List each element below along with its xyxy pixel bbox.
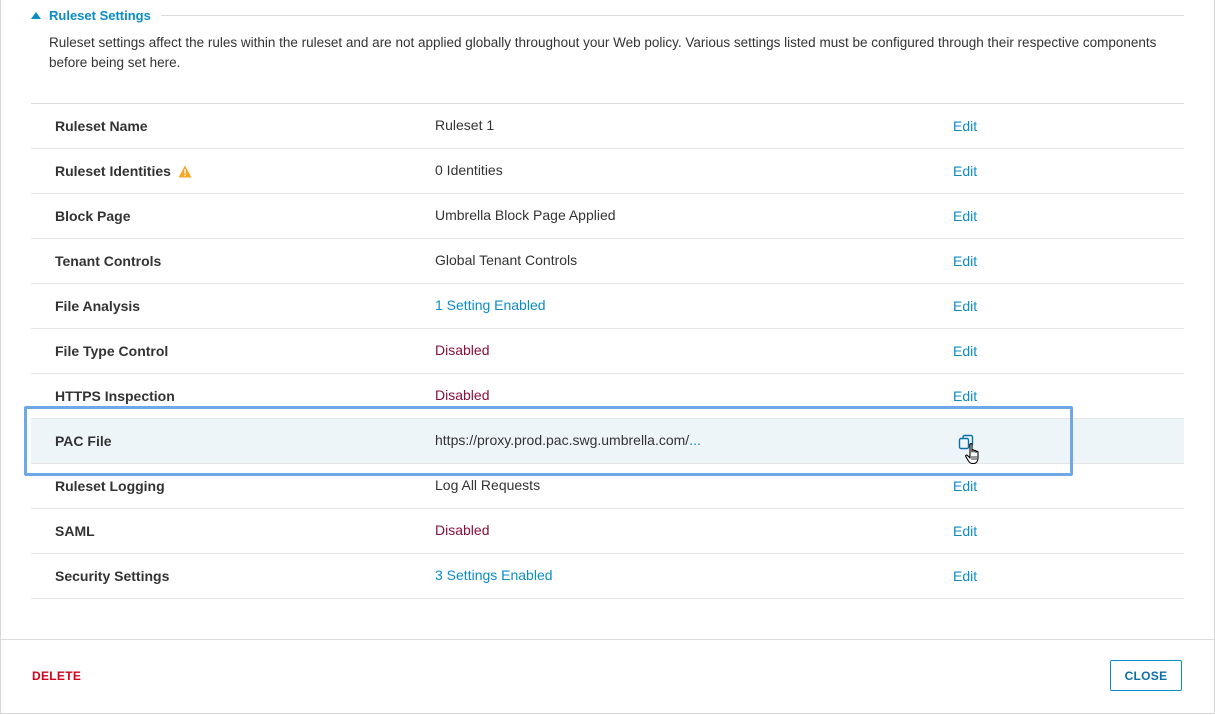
edit-saml-link[interactable]: Edit	[953, 523, 977, 539]
edit-https-inspection-link[interactable]: Edit	[953, 388, 977, 404]
table-row-block-page: Block Page Umbrella Block Page Applied E…	[31, 194, 1184, 239]
row-label: HTTPS Inspection	[55, 388, 175, 404]
footer-divider	[0, 639, 1215, 640]
table-row-security-settings: Security Settings 3 Settings Enabled Edi…	[31, 554, 1184, 599]
table-row-file-type-control: File Type Control Disabled Edit	[31, 329, 1184, 374]
pac-file-url-more-link[interactable]: ...	[689, 432, 701, 448]
row-label: Security Settings	[55, 568, 170, 584]
table-row-ruleset-name: Ruleset Name Ruleset 1 Edit	[31, 104, 1184, 149]
table-row-ruleset-identities: Ruleset Identities 0 Identities Edit	[31, 149, 1184, 194]
edit-file-type-control-link[interactable]: Edit	[953, 343, 977, 359]
edit-file-analysis-link[interactable]: Edit	[953, 298, 977, 314]
row-label: File Analysis	[55, 298, 141, 314]
table-row-tenant-controls: Tenant Controls Global Tenant Controls E…	[31, 239, 1184, 284]
row-label: SAML	[55, 523, 95, 539]
delete-button[interactable]: DELETE	[32, 669, 81, 683]
row-label: File Type Control	[55, 343, 169, 359]
row-label: PAC File	[55, 433, 112, 449]
row-label: Tenant Controls	[55, 253, 162, 269]
table-row-ruleset-logging: Ruleset Logging Log All Requests Edit	[31, 464, 1184, 509]
pac-file-url-text: https://proxy.prod.pac.swg.umbrella.com/	[435, 432, 690, 448]
edit-block-page-link[interactable]: Edit	[953, 208, 977, 224]
row-value-disabled: Disabled	[435, 387, 490, 403]
section-title[interactable]: Ruleset Settings	[49, 8, 151, 23]
row-value-disabled: Disabled	[435, 342, 490, 358]
row-value-disabled: Disabled	[435, 522, 490, 538]
caret-up-icon[interactable]	[31, 11, 41, 19]
edit-security-settings-link[interactable]: Edit	[953, 568, 977, 584]
pac-file-url: https://proxy.prod.pac.swg.umbrella.com/…	[435, 432, 701, 448]
row-label: Ruleset Name	[55, 118, 148, 134]
edit-tenant-controls-link[interactable]: Edit	[953, 253, 977, 269]
table-row-pac-file: PAC File https://proxy.prod.pac.swg.umbr…	[31, 419, 1184, 464]
table-row-saml: SAML Disabled Edit	[31, 509, 1184, 554]
edit-ruleset-name-link[interactable]: Edit	[953, 118, 977, 134]
table-row-file-analysis: File Analysis 1 Setting Enabled Edit	[31, 284, 1184, 329]
row-value: Global Tenant Controls	[435, 252, 578, 268]
row-label: Ruleset Identities	[55, 163, 171, 179]
warning-triangle-icon	[178, 165, 192, 177]
row-value: 0 Identities	[435, 162, 503, 178]
section-description: Ruleset settings affect the rules within…	[49, 35, 1157, 70]
section-divider	[160, 14, 1184, 16]
hand-pointer-icon	[965, 443, 979, 465]
row-value: Log All Requests	[435, 477, 541, 493]
row-value: Umbrella Block Page Applied	[435, 207, 616, 223]
row-value: Ruleset 1	[435, 117, 495, 133]
settings-table: Ruleset Name Ruleset 1 Edit Ruleset Iden…	[31, 103, 1184, 599]
close-button[interactable]: CLOSE	[1110, 660, 1182, 691]
row-label-wrap: Ruleset Identities	[55, 163, 192, 179]
edit-ruleset-identities-link[interactable]: Edit	[953, 163, 977, 179]
table-row-https-inspection: HTTPS Inspection Disabled Edit	[31, 374, 1184, 419]
security-settings-link[interactable]: 3 Settings Enabled	[435, 567, 553, 583]
file-analysis-settings-link[interactable]: 1 Setting Enabled	[435, 297, 546, 313]
section-header-ruleset-settings[interactable]: Ruleset Settings	[31, 5, 1184, 25]
edit-ruleset-logging-link[interactable]: Edit	[953, 478, 977, 494]
row-label: Block Page	[55, 208, 131, 224]
row-label: Ruleset Logging	[55, 478, 165, 494]
